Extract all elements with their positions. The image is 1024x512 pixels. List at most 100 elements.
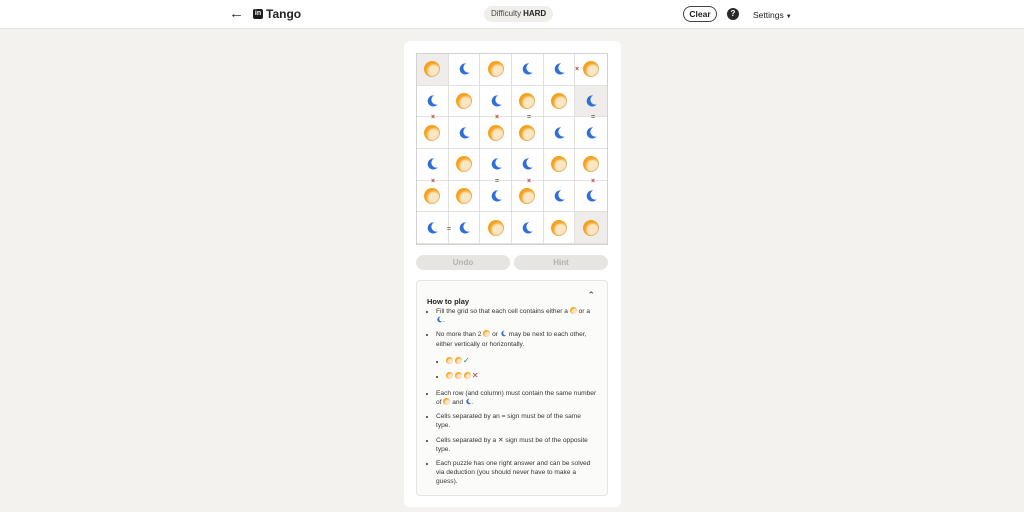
sun-icon (424, 187, 441, 204)
grid-cell[interactable] (511, 117, 544, 149)
grid-cell[interactable] (575, 212, 607, 244)
chevron-up-icon[interactable]: ⌃ (587, 290, 595, 301)
how-to-play-header[interactable]: How to play ⌃ (427, 290, 597, 306)
grid-cell[interactable] (543, 212, 576, 244)
grid-cell[interactable] (575, 117, 607, 149)
moon-icon (522, 158, 533, 170)
grid-cell[interactable] (448, 85, 481, 118)
moon-icon (554, 126, 565, 139)
grid-cell[interactable] (448, 117, 481, 149)
grid-cell[interactable] (511, 54, 544, 86)
grid-cell[interactable] (417, 54, 449, 86)
sun-icon (446, 356, 453, 364)
help-icon[interactable]: ? (727, 8, 739, 20)
rule-item: Each puzzle has one right answer and can… (436, 459, 597, 487)
sun-icon (455, 92, 472, 109)
moon-icon (437, 316, 443, 323)
grid-cell[interactable] (511, 148, 544, 181)
moon-icon (586, 126, 597, 139)
grid-cell[interactable] (575, 85, 607, 118)
moon-icon (522, 221, 533, 234)
rule-item: Each row (and column) must contain the s… (436, 389, 597, 407)
grid-cell[interactable] (511, 85, 544, 118)
grid-cell[interactable] (543, 85, 576, 118)
game-panel: × × × = = × = × × = Undo Hint How to play ⌃ Fill … (404, 41, 621, 507)
sun-icon (550, 92, 567, 109)
sun-icon (569, 307, 577, 314)
sun-icon (487, 124, 504, 141)
moon-icon (554, 190, 565, 202)
moon-icon (491, 190, 502, 202)
rule-text: Cells separated by an = sign must be of … (436, 413, 581, 430)
sun-icon (424, 124, 441, 141)
tango-grid: × × × = = × = × × = (416, 53, 608, 245)
rule-item: Cells separated by an = sign must be of … (436, 412, 597, 430)
sun-icon (446, 371, 453, 379)
grid-cell[interactable] (480, 85, 512, 118)
grid-cell[interactable] (575, 148, 607, 181)
grid-cell[interactable] (511, 212, 544, 244)
grid-cell[interactable] (543, 117, 576, 149)
linkedin-logo: in (253, 9, 263, 19)
rule-item: Cells separated by a ✕ sign must be of t… (436, 436, 597, 454)
settings-menu[interactable]: Settings ▼ (753, 10, 792, 20)
example-valid: ✓ (446, 354, 597, 369)
hint-button[interactable]: Hint (514, 255, 608, 270)
grid-cell[interactable] (448, 54, 481, 86)
grid-cell[interactable] (480, 54, 512, 86)
sun-icon (583, 156, 600, 173)
sun-icon (487, 219, 504, 236)
moon-icon (428, 158, 438, 170)
sun-icon (424, 61, 441, 78)
rule-item: Fill the grid so that each cell contains… (436, 307, 597, 325)
grid-cell[interactable] (543, 54, 576, 86)
grid-cell[interactable] (417, 85, 449, 118)
moon-icon (491, 95, 502, 107)
undo-button[interactable]: Undo (416, 255, 510, 270)
opposite-sign-icon: × (574, 66, 580, 73)
moon-icon (491, 158, 502, 170)
equal-sign-icon: = (494, 178, 500, 185)
grid-cell[interactable] (480, 148, 512, 181)
moon-icon (586, 190, 597, 202)
grid-cell[interactable] (417, 117, 449, 149)
clear-button[interactable]: Clear (683, 6, 717, 22)
moon-icon (428, 221, 438, 234)
grid-cell[interactable] (543, 148, 576, 181)
grid-cell[interactable] (448, 180, 481, 213)
sun-icon (519, 187, 536, 204)
sun-icon (550, 156, 567, 173)
grid-cell[interactable] (417, 148, 449, 181)
rule-text: Cells separated by a (436, 436, 497, 444)
cross-icon: ✕ (497, 436, 504, 444)
opposite-sign-icon: × (430, 178, 436, 185)
sun-icon (550, 219, 567, 236)
difficulty-badge: Difficulty HARD (484, 6, 554, 22)
equal-sign-icon: = (526, 114, 532, 121)
equal-sign-icon: = (446, 226, 452, 233)
examples-list: ✓ ✕ (436, 354, 597, 384)
rule-text: or (492, 331, 499, 339)
grid-cell[interactable] (480, 212, 512, 244)
sun-icon (487, 61, 504, 78)
rule-text: No more than 2 (436, 331, 482, 339)
back-arrow-icon[interactable]: ← (229, 6, 247, 22)
rule-item: No more than 2 or may be next to each ot… (436, 330, 597, 383)
opposite-sign-icon: × (590, 178, 596, 185)
sun-icon (463, 371, 471, 379)
how-to-play-title: How to play (427, 297, 470, 306)
game-title: Tango (266, 7, 302, 21)
sun-icon (583, 219, 600, 236)
grid-cell[interactable] (543, 180, 576, 213)
opposite-sign-icon: × (526, 178, 532, 185)
sun-icon (455, 187, 472, 204)
example-invalid: ✕ (446, 369, 597, 384)
caret-down-icon: ▼ (785, 14, 792, 20)
sun-icon (443, 398, 451, 406)
opposite-sign-icon: × (430, 114, 436, 121)
moon-icon (501, 331, 507, 337)
moon-icon (459, 126, 470, 139)
moon-icon (522, 63, 533, 75)
grid-cell[interactable] (448, 148, 481, 181)
grid-cell[interactable] (480, 117, 512, 149)
